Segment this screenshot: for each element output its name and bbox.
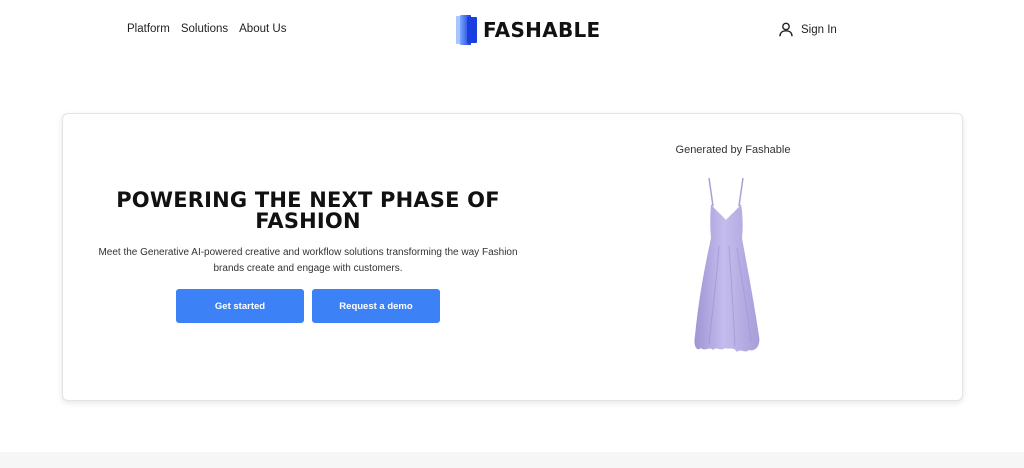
nav-about-us[interactable]: About Us [239,23,286,35]
main-nav: Platform Solutions About Us [127,23,286,35]
hero-title: POWERING THE NEXT PHASE OF FASHION [116,188,500,233]
sign-in-link[interactable]: Sign In [779,22,837,37]
logo-text: FASHABLE [483,18,601,42]
generated-by-caption: Generated by Fashable [675,144,791,156]
page: Platform Solutions About Us FASHABLE Sig… [0,0,1024,468]
fashable-logo-mark-icon [455,14,479,46]
dress-image [689,176,765,363]
user-icon [779,22,793,37]
nav-platform[interactable]: Platform [127,23,170,35]
request-demo-button[interactable]: Request a demo [312,289,440,323]
hero-description: Meet the Generative AI-powered creative … [98,247,518,274]
nav-solutions[interactable]: Solutions [181,23,228,35]
get-started-button[interactable]: Get started [176,289,304,323]
bottom-band [0,452,1024,468]
hero-card: POWERING THE NEXT PHASE OF FASHION Meet … [62,113,963,401]
sign-in-label: Sign In [801,23,837,36]
logo[interactable]: FASHABLE [455,14,601,46]
